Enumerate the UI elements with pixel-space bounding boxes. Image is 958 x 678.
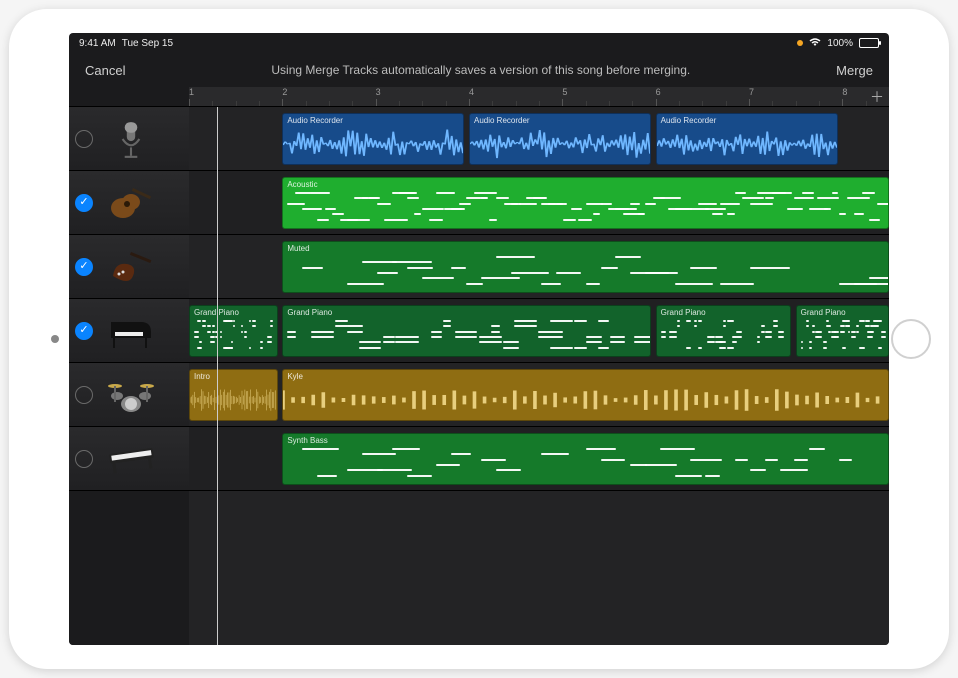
tracks-area: Audio Recorder Audio Recorder Audio Record… [69, 107, 889, 645]
ruler[interactable]: ＋ 1 2 3 4 5 6 7 8 [69, 87, 889, 107]
wifi-icon [809, 37, 821, 50]
track-header-drums[interactable] [69, 363, 189, 427]
clip-label: Acoustic [287, 180, 317, 189]
clip[interactable]: Audio Recorder [469, 113, 651, 165]
cancel-button[interactable]: Cancel [85, 63, 125, 78]
track-header-audio-recorder[interactable] [69, 107, 189, 171]
ipad-frame: 9:41 AM Tue Sep 15 100% Cancel Using Mer… [9, 9, 949, 669]
ruler-tick: 6 [656, 87, 661, 106]
clip-label: Audio Recorder [661, 116, 717, 125]
clip-label: Grand Piano [287, 308, 332, 317]
grand-piano-icon [103, 309, 159, 353]
clip[interactable]: Acoustic [282, 177, 889, 229]
ruler-tick: 5 [562, 87, 567, 106]
microphone-icon [103, 117, 159, 161]
clip-label: Audio Recorder [287, 116, 343, 125]
bass-guitar-icon [103, 245, 159, 289]
clip[interactable]: Grand Piano [282, 305, 651, 357]
track-lane-grand-piano[interactable]: Grand Piano Grand Piano Grand Piano Grand P… [189, 299, 889, 363]
clip-label: Muted [287, 244, 309, 253]
battery-icon [859, 38, 879, 48]
clip-label: Intro [194, 372, 210, 381]
clip-label: Kyle [287, 372, 303, 381]
app-screen: 9:41 AM Tue Sep 15 100% Cancel Using Mer… [69, 33, 889, 645]
status-date: Tue Sep 15 [122, 38, 173, 49]
track-select-toggle[interactable] [75, 322, 93, 340]
battery-percent: 100% [827, 38, 853, 49]
home-button[interactable] [891, 319, 931, 359]
clip-label: Synth Bass [287, 436, 327, 445]
track-lanes[interactable]: Audio Recorder Audio Recorder Audio Record… [189, 107, 889, 645]
ruler-tick: 2 [282, 87, 287, 106]
track-header-grand-piano[interactable] [69, 299, 189, 363]
merge-button[interactable]: Merge [836, 63, 873, 78]
ruler-tick: 7 [749, 87, 754, 106]
track-lane-drums[interactable]: Intro Kyle [189, 363, 889, 427]
track-lane-synth-bass[interactable]: Synth Bass [189, 427, 889, 491]
status-bar: 9:41 AM Tue Sep 15 100% [69, 33, 889, 53]
merge-toolbar: Cancel Using Merge Tracks automatically … [69, 53, 889, 87]
clip[interactable]: Kyle [282, 369, 889, 421]
clip[interactable]: Audio Recorder [656, 113, 838, 165]
track-headers [69, 107, 189, 645]
clip[interactable]: Grand Piano [656, 305, 791, 357]
clip-label: Grand Piano [661, 308, 706, 317]
keyboard-icon [103, 437, 159, 481]
clip[interactable]: Synth Bass [282, 433, 889, 485]
acoustic-guitar-icon [103, 181, 159, 225]
recording-indicator-icon [797, 40, 803, 46]
add-section-button[interactable]: ＋ [869, 89, 885, 105]
toolbar-message: Using Merge Tracks automatically saves a… [271, 63, 690, 77]
playhead[interactable] [217, 107, 218, 645]
drum-kit-icon [103, 373, 159, 417]
clip[interactable]: Intro [189, 369, 278, 421]
track-header-synth-bass[interactable] [69, 427, 189, 491]
track-lane-muted[interactable]: Muted [189, 235, 889, 299]
ruler-tick: 1 [189, 87, 194, 106]
track-lane-audio-recorder[interactable]: Audio Recorder Audio Recorder Audio Record… [189, 107, 889, 171]
track-header-acoustic[interactable] [69, 171, 189, 235]
track-select-toggle[interactable] [75, 258, 93, 276]
clip[interactable]: Muted [282, 241, 889, 293]
status-time: 9:41 AM [79, 38, 116, 49]
clip-label: Grand Piano [801, 308, 846, 317]
camera-icon [51, 335, 59, 343]
clip[interactable]: Grand Piano [189, 305, 278, 357]
ruler-tick: 3 [376, 87, 381, 106]
clip[interactable]: Grand Piano [796, 305, 889, 357]
ruler-tick: 4 [469, 87, 474, 106]
track-lane-acoustic[interactable]: Acoustic [189, 171, 889, 235]
track-select-toggle[interactable] [75, 130, 93, 148]
clip-label: Audio Recorder [474, 116, 530, 125]
ruler-tick: 8 [842, 87, 847, 106]
clip[interactable]: Audio Recorder [282, 113, 464, 165]
track-select-toggle[interactable] [75, 450, 93, 468]
track-select-toggle[interactable] [75, 194, 93, 212]
track-select-toggle[interactable] [75, 386, 93, 404]
track-header-muted[interactable] [69, 235, 189, 299]
